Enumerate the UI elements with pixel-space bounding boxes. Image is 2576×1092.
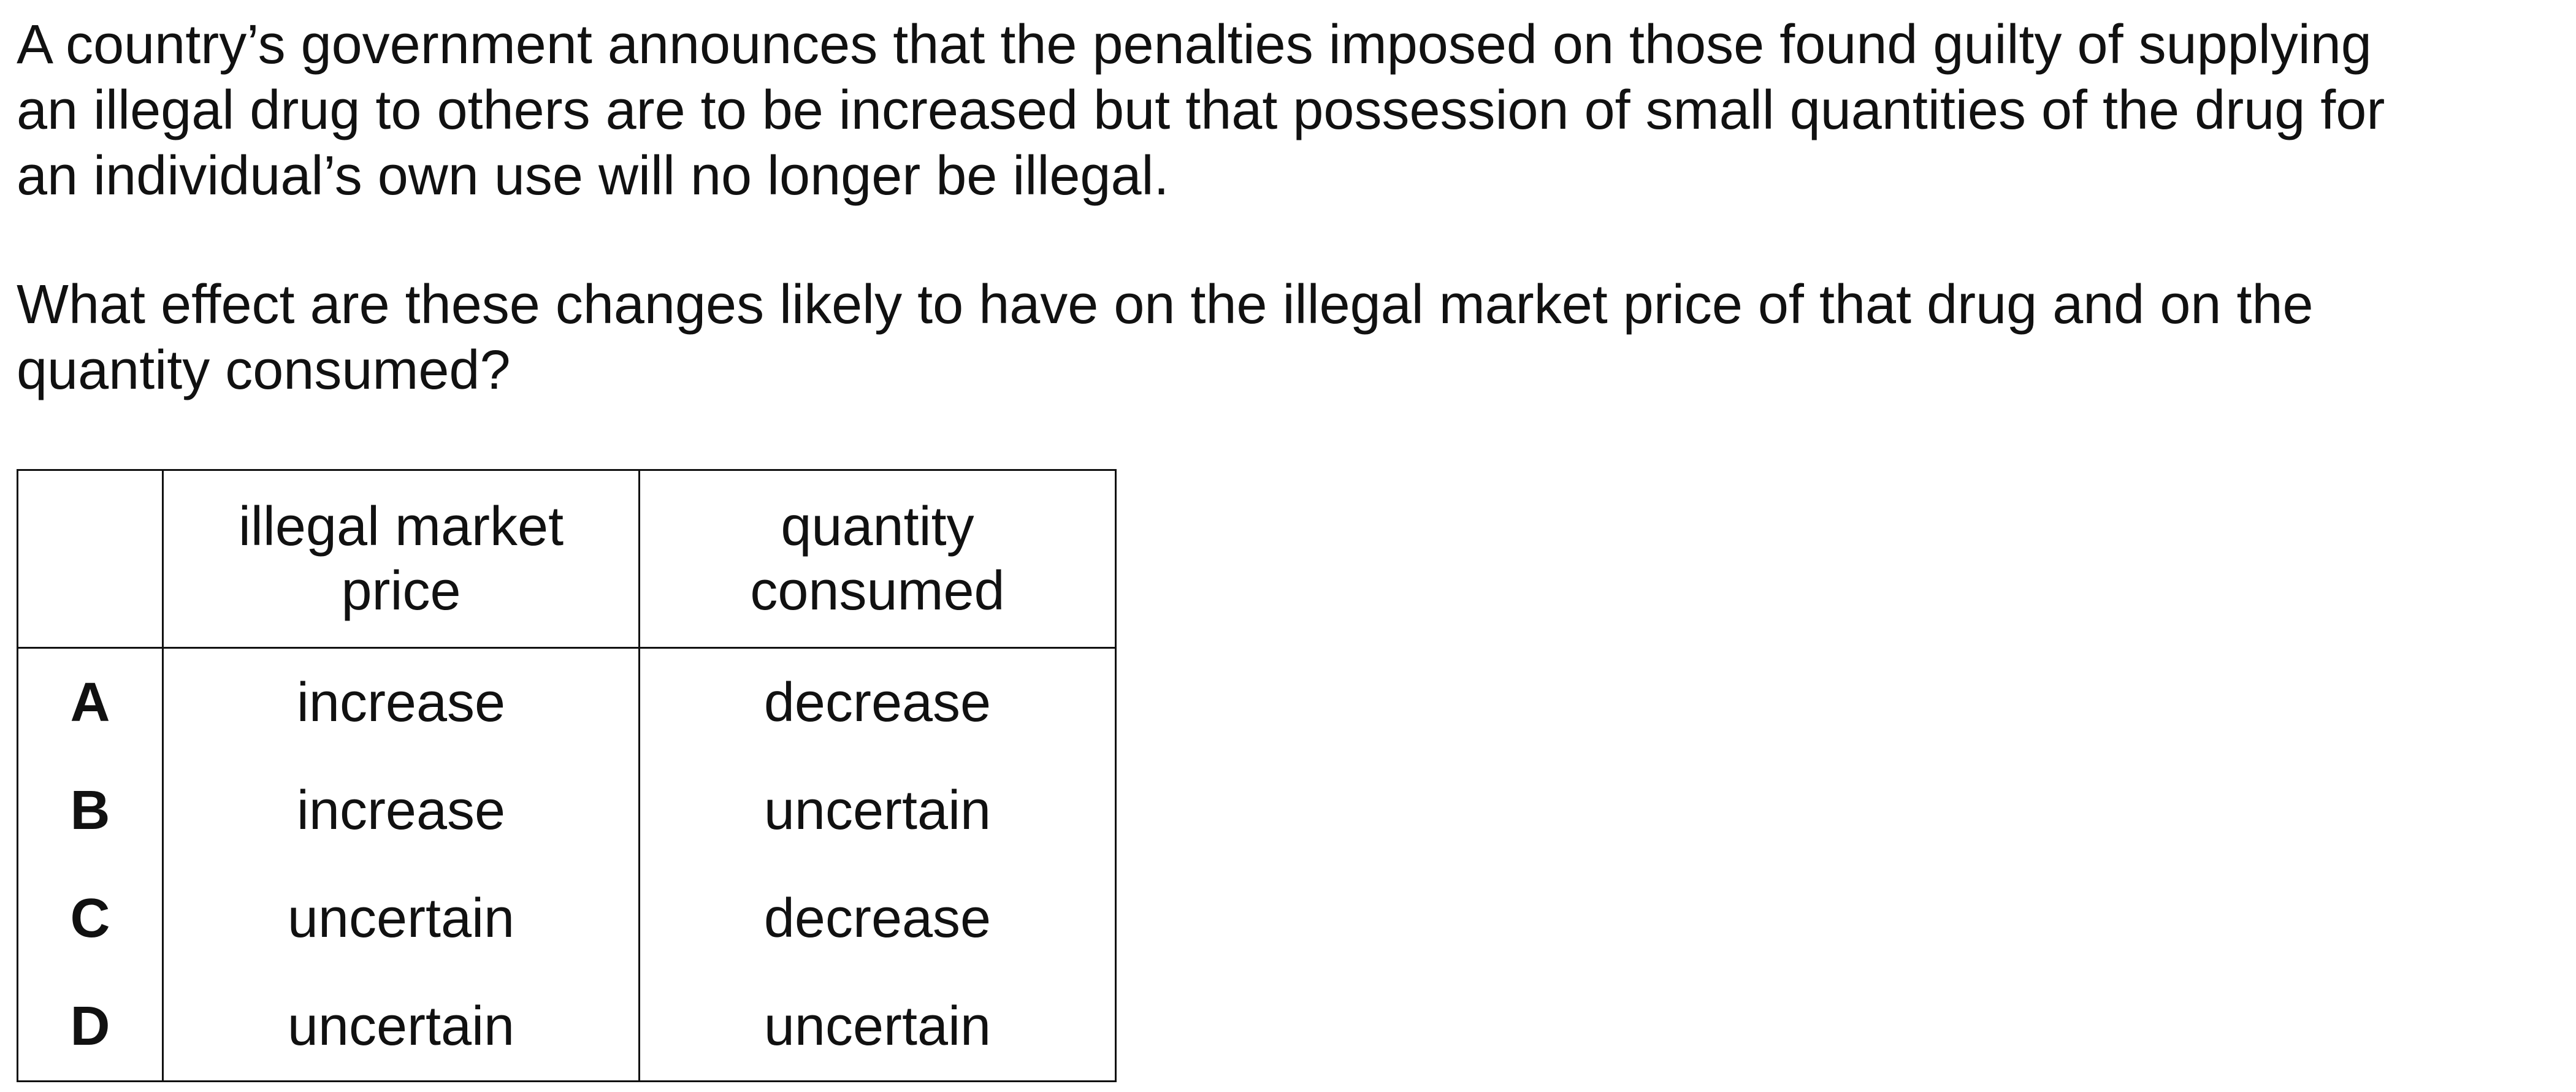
option-price: increase [162,757,640,865]
option-key: B [17,757,164,865]
header-quantity-line: consumed [750,560,1005,622]
header-key-cell [17,469,164,649]
question-block: A country’s government announces that th… [17,12,2482,403]
option-quantity: decrease [638,865,1117,972]
option-key: A [17,647,164,757]
option-key: D [17,972,164,1082]
prompt-line: What effect are these changes likely to … [17,274,2314,335]
table-row: C uncertain decrease [17,865,1117,972]
option-quantity: uncertain [638,757,1117,865]
option-price: uncertain [162,972,640,1082]
table-header-row: illegal market price quantity consumed [17,469,1117,649]
answer-options-table: illegal market price quantity consumed A… [17,469,1117,1082]
stem-line: an illegal drug to others are to be incr… [17,80,2385,141]
header-price-cell: illegal market price [162,469,640,649]
table-row: D uncertain uncertain [17,972,1117,1082]
option-quantity: uncertain [638,972,1117,1082]
option-price: uncertain [162,865,640,972]
question-stem: A country’s government announces that th… [17,12,2482,209]
header-price-line: illegal market [238,495,564,557]
header-quantity-cell: quantity consumed [638,469,1117,649]
header-quantity-line: quantity [781,495,974,557]
header-price-line: price [341,560,461,622]
question-prompt: What effect are these changes likely to … [17,272,2482,403]
table-row: B increase uncertain [17,757,1117,865]
prompt-line: quantity consumed? [17,340,511,401]
option-price: increase [162,647,640,757]
table-row: A increase decrease [17,647,1117,757]
option-quantity: decrease [638,647,1117,757]
stem-line: A country’s government announces that th… [17,14,2372,75]
option-key: C [17,865,164,972]
stem-line: an individual’s own use will no longer b… [17,145,1169,207]
